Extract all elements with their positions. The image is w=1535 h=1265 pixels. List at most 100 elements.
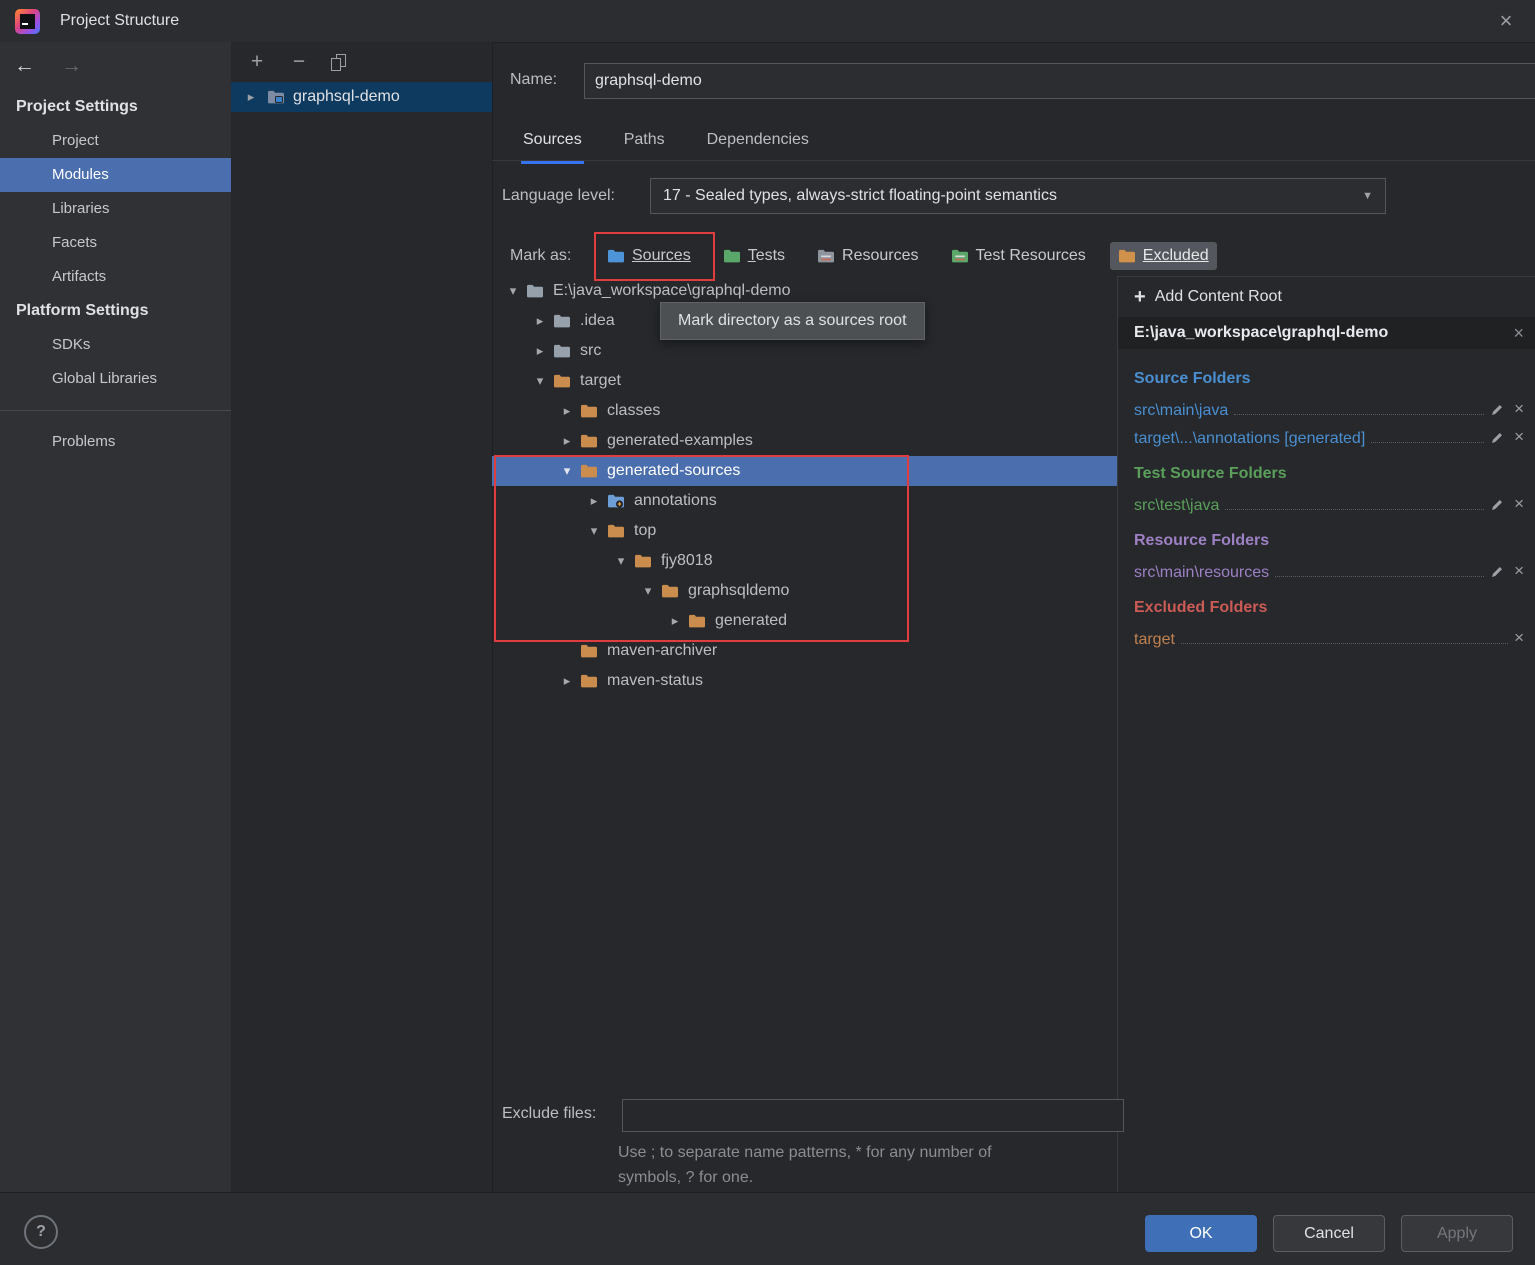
tree-row-generated-examples[interactable]: ▸ generated-examples (492, 426, 1117, 456)
chevron-down-icon[interactable]: ▾ (529, 373, 551, 389)
back-icon[interactable]: ← (14, 54, 35, 78)
add-content-root-button[interactable]: + Add Content Root (1118, 277, 1535, 317)
tree-row-target[interactable]: ▾ target (492, 366, 1117, 396)
excluded-folder-icon (1118, 248, 1136, 264)
tree-row-graphsqldemo[interactable]: ▾graphsqldemo (492, 576, 1117, 606)
chevron-right-icon[interactable]: ▸ (664, 613, 686, 629)
content-root-path: E:\java_workspace\graphql-demo (1134, 324, 1388, 342)
mark-as-test-resources-button[interactable]: Test Resources (943, 242, 1094, 270)
close-icon[interactable]: × (1491, 6, 1521, 36)
remove-icon[interactable]: × (1514, 427, 1524, 447)
folder-item-src-main-java: src\main\java× (1134, 392, 1524, 420)
name-label: Name: (510, 71, 557, 89)
folder-icon (659, 583, 681, 599)
sidebar-item-sdks[interactable]: SDKs (0, 328, 231, 362)
sidebar-divider (0, 410, 231, 411)
exclude-files-label: Exclude files: (502, 1105, 596, 1123)
chevron-right-icon[interactable]: ▸ (529, 313, 551, 329)
tree-row-maven-archiver[interactable]: maven-archiver (492, 636, 1117, 666)
mark-as-excluded-button[interactable]: Excluded (1110, 242, 1217, 270)
apply-button[interactable]: Apply (1401, 1215, 1513, 1252)
sidebar-item-project[interactable]: Project (0, 124, 231, 158)
section-title-excluded-folders: Excluded Folders (1134, 599, 1524, 617)
remove-module-icon[interactable]: − (289, 52, 309, 72)
mark-as-button-label: Sources (632, 247, 691, 265)
add-content-root-label: Add Content Root (1155, 288, 1282, 306)
language-level-dropdown[interactable]: 17 - Sealed types, always-strict floatin… (650, 178, 1386, 214)
content-root-header[interactable]: E:\java_workspace\graphql-demo × (1118, 317, 1535, 349)
chevron-down-icon[interactable]: ▾ (502, 283, 524, 299)
folder-icon (551, 313, 573, 329)
tree-row-src[interactable]: ▸ src (492, 336, 1117, 366)
chevron-down-icon[interactable]: ▾ (556, 463, 578, 479)
folder-icon (578, 433, 600, 449)
mark-as-button-label: Test Resources (976, 247, 1086, 265)
chevron-right-icon[interactable]: ▸ (556, 403, 578, 419)
folder-icon (578, 403, 600, 419)
edit-icon[interactable] (1490, 565, 1504, 579)
remove-icon[interactable]: × (1514, 628, 1524, 648)
remove-icon[interactable]: × (1514, 561, 1524, 581)
sidebar: ← → Project SettingsProjectModulesLibrar… (0, 42, 232, 1192)
tree-row-maven-status[interactable]: ▸maven-status (492, 666, 1117, 696)
chevron-right-icon[interactable]: ▸ (243, 89, 259, 105)
copy-module-icon[interactable] (331, 54, 346, 71)
tree-row-generated[interactable]: ▸generated (492, 606, 1117, 636)
tree-row-fjy8018[interactable]: ▾fjy8018 (492, 546, 1117, 576)
chevron-right-icon[interactable]: ▸ (583, 493, 605, 509)
generated-sources-folder-icon (605, 493, 627, 509)
edit-icon[interactable] (1490, 431, 1504, 445)
tree-node-label: .idea (580, 312, 615, 330)
help-icon[interactable]: ? (24, 1215, 58, 1249)
sidebar-item-artifacts[interactable]: Artifacts (0, 260, 231, 294)
section-title-resource-folders: Resource Folders (1134, 532, 1524, 550)
nav-arrows: ← → (0, 42, 231, 90)
tree-node-label: annotations (634, 492, 717, 510)
tree-row-classes[interactable]: ▸classes (492, 396, 1117, 426)
cancel-button[interactable]: Cancel (1273, 1215, 1385, 1252)
exclude-files-input[interactable] (622, 1099, 1124, 1132)
chevron-right-icon[interactable]: ▸ (556, 673, 578, 689)
module-row-graphsql-demo[interactable]: ▸ graphsql-demo (231, 82, 492, 112)
mark-as-sources-button[interactable]: Sources (599, 242, 699, 270)
edit-icon[interactable] (1490, 498, 1504, 512)
tree-node-label: src (580, 342, 601, 360)
sidebar-item-facets[interactable]: Facets (0, 226, 231, 260)
folder-icon (632, 553, 654, 569)
remove-icon[interactable]: × (1514, 399, 1524, 419)
edit-icon[interactable] (1490, 403, 1504, 417)
ok-button[interactable]: OK (1145, 1215, 1257, 1252)
tabs-divider (492, 160, 1535, 161)
chevron-right-icon[interactable]: ▸ (529, 343, 551, 359)
tree-node-label: generated-examples (607, 432, 753, 450)
name-input[interactable] (584, 63, 1535, 99)
module-toolbar: + − (231, 42, 492, 82)
tree-row-annotations[interactable]: ▸ annotations (492, 486, 1117, 516)
add-module-icon[interactable]: + (247, 52, 267, 72)
forward-icon[interactable]: → (61, 54, 82, 78)
chevron-down-icon[interactable]: ▾ (637, 583, 659, 599)
sidebar-item-global-libraries[interactable]: Global Libraries (0, 362, 231, 396)
folder-icon (578, 463, 600, 479)
tree-row-generated-sources[interactable]: ▾generated-sources (492, 456, 1117, 486)
tree-node-label: target (580, 372, 621, 390)
mark-as-resources-button[interactable]: Resources (809, 242, 926, 270)
tab-dependencies[interactable]: Dependencies (705, 128, 811, 160)
folder-icon (578, 643, 600, 659)
tests-folder-icon (723, 248, 741, 264)
chevron-right-icon[interactable]: ▸ (556, 433, 578, 449)
sidebar-item-problems[interactable]: Problems (0, 425, 231, 459)
tab-paths[interactable]: Paths (622, 128, 667, 160)
section-title-test-source-folders: Test Source Folders (1134, 465, 1524, 483)
intellij-logo-icon (15, 9, 40, 34)
mark-as-buttons: Sources Tests Resources Test Resources Exclu… (599, 238, 1217, 273)
tab-sources[interactable]: Sources (521, 128, 584, 160)
chevron-down-icon[interactable]: ▾ (583, 523, 605, 539)
remove-icon[interactable]: × (1514, 494, 1524, 514)
tree-row-top[interactable]: ▾top (492, 516, 1117, 546)
remove-content-root-icon[interactable]: × (1513, 323, 1524, 344)
sidebar-item-modules[interactable]: Modules (0, 158, 231, 192)
mark-as-tests-button[interactable]: Tests (715, 242, 793, 270)
sidebar-item-libraries[interactable]: Libraries (0, 192, 231, 226)
chevron-down-icon[interactable]: ▾ (610, 553, 632, 569)
